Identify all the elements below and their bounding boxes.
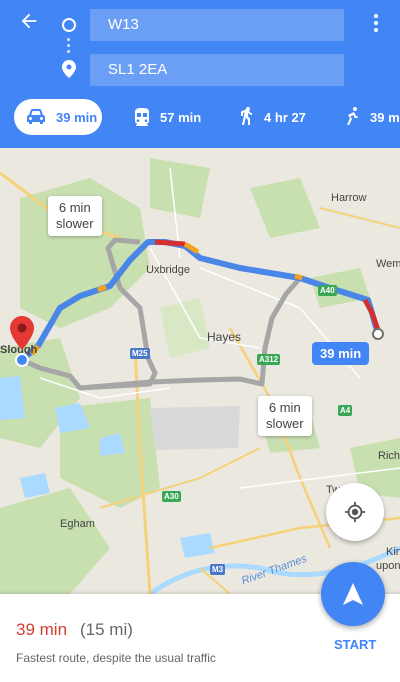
destination-field[interactable]: SL1 2EA — [90, 54, 344, 86]
road-m3: M3 — [210, 564, 226, 575]
tab-transit-label: 57 min — [160, 109, 202, 125]
tab-drive-label: 39 min — [56, 109, 98, 125]
train-icon — [135, 108, 149, 126]
route-dots-icon — [67, 38, 71, 54]
road-a30: A30 — [162, 491, 181, 502]
tab-walk-label: 4 hr 27 — [264, 109, 306, 125]
place-uxbridge: Uxbridge — [146, 264, 191, 276]
road-m25: M25 — [130, 348, 150, 359]
alt-route-south-line2: slower — [266, 416, 304, 431]
navigation-arrow-icon — [343, 583, 363, 605]
travel-mode-tabs: 39 min 57 min 4 hr 27 39 m — [0, 96, 400, 136]
route-distance: (15 mi) — [80, 620, 133, 639]
tab-walk[interactable]: 4 hr 27 — [240, 99, 306, 135]
start-label[interactable]: START — [334, 637, 376, 652]
walk-icon — [241, 107, 252, 125]
my-location-button[interactable] — [326, 483, 384, 541]
my-location-icon — [344, 501, 366, 523]
tab-drive[interactable]: 39 min — [14, 99, 102, 135]
place-richmond: Rich — [378, 450, 400, 462]
directions-header: W13 SL1 2EA 39 min 57 min 4 hr 27 39 m — [0, 0, 400, 148]
destination-pin-icon — [62, 60, 76, 78]
route-time-badge[interactable]: 39 min — [312, 342, 370, 365]
place-egham: Egham — [60, 518, 95, 530]
route-duration: 39 min — [16, 620, 68, 639]
bike-icon — [347, 107, 358, 125]
start-navigation-button[interactable] — [321, 562, 385, 626]
route-description: Fastest route, despite the usual traffic — [16, 651, 216, 665]
origin-field[interactable]: W13 — [90, 9, 344, 41]
maps-directions-screen: W13 SL1 2EA 39 min 57 min 4 hr 27 39 m H… — [0, 0, 400, 682]
place-harrow: Harrow — [331, 192, 367, 204]
tab-transit[interactable]: 57 min — [134, 99, 201, 135]
tab-cycle[interactable]: 39 m — [344, 99, 400, 135]
map-view[interactable]: Harrow Wem Uxbridge Hayes Slough Egham R… — [0, 148, 400, 594]
alt-route-north-callout[interactable]: 6 min slower — [48, 196, 102, 236]
origin-circle-icon — [62, 18, 76, 32]
alt-route-south-line1: 6 min — [268, 400, 301, 415]
road-a312: A312 — [257, 354, 281, 365]
more-vert-icon[interactable] — [366, 12, 386, 38]
road-a4: A4 — [338, 405, 353, 416]
place-hayes: Hayes — [207, 330, 242, 344]
alt-route-south-callout[interactable]: 6 min slower — [258, 396, 312, 436]
origin-marker-icon — [10, 316, 34, 367]
place-kingston-upon: upon — [376, 560, 400, 572]
tab-cycle-label: 39 m — [370, 109, 400, 125]
place-wembley: Wem — [376, 258, 400, 270]
road-a40: A40 — [318, 285, 337, 296]
alt-route-north-line1: 6 min — [58, 200, 91, 215]
car-icon — [27, 109, 45, 124]
back-arrow-icon[interactable] — [14, 10, 44, 40]
place-kingston: Kin — [386, 546, 400, 558]
alt-route-north-line2: slower — [56, 216, 94, 231]
